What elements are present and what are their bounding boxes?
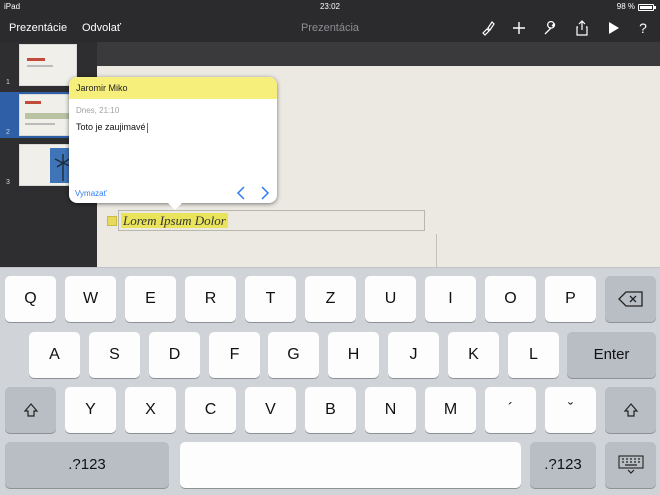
- key-acute[interactable]: ´: [485, 387, 536, 433]
- shift-key-left[interactable]: [5, 387, 56, 433]
- backspace-icon: [617, 291, 643, 307]
- key-b[interactable]: B: [305, 387, 356, 433]
- play-icon[interactable]: [604, 19, 622, 37]
- key-e[interactable]: E: [125, 276, 176, 322]
- on-screen-keyboard: Q W E R T Z U I O P A S D F G H J K L En…: [0, 267, 660, 495]
- key-m[interactable]: M: [425, 387, 476, 433]
- key-c[interactable]: C: [185, 387, 236, 433]
- comment-text: Toto je zaujimavé: [76, 122, 146, 132]
- key-j[interactable]: J: [388, 332, 439, 378]
- key-i[interactable]: I: [425, 276, 476, 322]
- key-l[interactable]: L: [508, 332, 559, 378]
- keyboard-hide-icon: [617, 455, 644, 474]
- slide-preview: [19, 44, 77, 86]
- comment-author: Jaromir Miko: [69, 77, 277, 99]
- key-a[interactable]: A: [29, 332, 80, 378]
- backspace-key[interactable]: [605, 276, 656, 322]
- comment-text-field[interactable]: Toto je zaujimavé: [76, 122, 148, 133]
- previous-comment-icon[interactable]: [234, 186, 248, 200]
- key-q[interactable]: Q: [5, 276, 56, 322]
- status-bar: iPad 23:02 98 %: [0, 0, 660, 14]
- help-icon[interactable]: ?: [634, 19, 652, 37]
- key-r[interactable]: R: [185, 276, 236, 322]
- clock: 23:02: [319, 2, 341, 11]
- comment-popup: Jaromir Miko Dnes, 21:10 Toto je zaujima…: [69, 77, 277, 210]
- slide-number: 1: [6, 79, 10, 86]
- popup-pointer: [167, 202, 183, 210]
- space-bar[interactable]: [180, 442, 521, 488]
- key-d[interactable]: D: [149, 332, 200, 378]
- next-comment-icon[interactable]: [258, 186, 272, 200]
- highlighted-text: Lorem Ipsum Dolor: [121, 213, 228, 228]
- document-title: Prezentácia: [300, 22, 360, 34]
- enter-key[interactable]: Enter: [567, 332, 656, 378]
- share-icon[interactable]: [573, 19, 591, 37]
- text-caret: [146, 122, 148, 133]
- toolbar: Prezentácie Odvolať Prezentácia ?: [0, 14, 660, 42]
- key-g[interactable]: G: [268, 332, 319, 378]
- key-o[interactable]: O: [485, 276, 536, 322]
- key-k[interactable]: K: [448, 332, 499, 378]
- key-s[interactable]: S: [89, 332, 140, 378]
- divider: [436, 234, 437, 267]
- shift-icon: [623, 402, 638, 417]
- key-p[interactable]: P: [545, 276, 596, 322]
- numbers-key-left[interactable]: .?123: [5, 442, 169, 488]
- hide-keyboard-key[interactable]: [605, 442, 656, 488]
- key-z[interactable]: Z: [305, 276, 356, 322]
- battery-percent: 98 %: [616, 2, 635, 11]
- key-v[interactable]: V: [245, 387, 296, 433]
- key-x[interactable]: X: [125, 387, 176, 433]
- key-w[interactable]: W: [65, 276, 116, 322]
- delete-comment-button[interactable]: Vymazať: [75, 189, 107, 198]
- comment-date: Dnes, 21:10: [76, 106, 120, 115]
- numbers-key-right[interactable]: .?123: [530, 442, 596, 488]
- battery-icon: [638, 3, 656, 11]
- wrench-icon[interactable]: [541, 19, 559, 37]
- slide-number: 3: [6, 179, 10, 186]
- key-h[interactable]: H: [328, 332, 379, 378]
- plus-icon[interactable]: [510, 19, 528, 37]
- comment-marker-icon[interactable]: [107, 216, 117, 226]
- shift-icon: [23, 402, 38, 417]
- shift-key-right[interactable]: [605, 387, 656, 433]
- key-y[interactable]: Y: [65, 387, 116, 433]
- key-n[interactable]: N: [365, 387, 416, 433]
- key-u[interactable]: U: [365, 276, 416, 322]
- slide-number: 2: [6, 129, 10, 136]
- key-caron[interactable]: ˇ: [545, 387, 596, 433]
- key-t[interactable]: T: [245, 276, 296, 322]
- brush-icon[interactable]: [479, 19, 497, 37]
- key-f[interactable]: F: [209, 332, 260, 378]
- slide-textbox[interactable]: Lorem Ipsum Dolor: [118, 210, 425, 231]
